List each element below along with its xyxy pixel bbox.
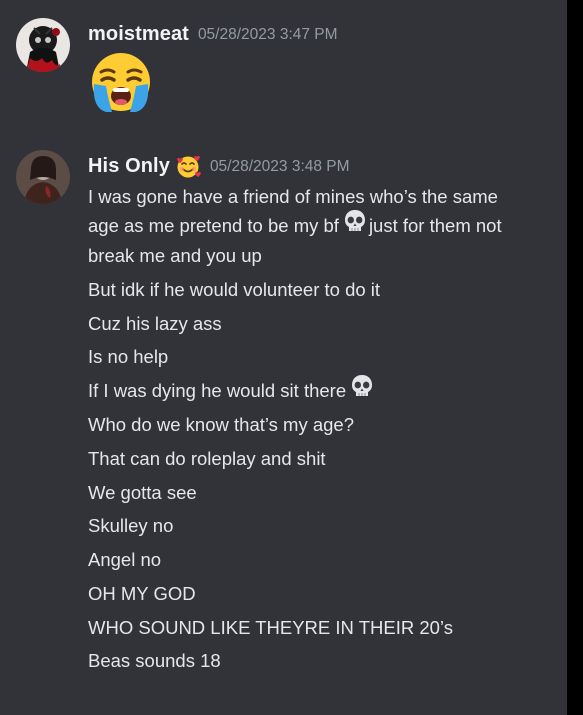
message-header: moistmeat 05/28/2023 3:47 PM xyxy=(88,20,338,48)
skull-icon xyxy=(349,373,375,408)
chat-panel: moistmeat 05/28/2023 3:47 PM His Only 05… xyxy=(0,0,567,715)
message-text: OH MY GOD xyxy=(88,583,196,604)
loudly-crying-face-icon[interactable] xyxy=(86,50,156,119)
message-header: His Only 05/28/2023 3:48 PM xyxy=(88,152,350,180)
message-text: But idk if he would volunteer to do it xyxy=(88,279,381,300)
message-text: That can do roleplay and shit xyxy=(88,448,326,469)
message-text: Angel no xyxy=(88,549,162,570)
message-text: Cuz his lazy ass xyxy=(88,313,222,334)
message-text: Is no help xyxy=(88,346,169,367)
avatar[interactable] xyxy=(16,150,70,204)
timestamp[interactable]: 05/28/2023 3:48 PM xyxy=(210,158,350,176)
username[interactable]: moistmeat xyxy=(88,23,189,46)
message-group: moistmeat 05/28/2023 3:47 PM xyxy=(0,0,567,130)
message-text: Skulley no xyxy=(88,515,174,536)
message-text: We gotta see xyxy=(88,482,197,503)
message-text-part: age as me pretend to be my bf xyxy=(88,215,339,236)
message-text: break me and you up xyxy=(88,245,262,266)
message-text-part: If I was dying he would sit there xyxy=(88,380,347,401)
message-text: Beas sounds 18 xyxy=(88,650,221,671)
username[interactable]: His Only xyxy=(88,155,170,178)
skull-icon xyxy=(342,208,368,243)
avatar[interactable] xyxy=(16,18,70,72)
message-text: If I was dying he would sit there xyxy=(88,373,376,408)
timestamp[interactable]: 05/28/2023 3:47 PM xyxy=(198,26,338,44)
message-text: WHO SOUND LIKE THEYRE IN THEIR 20’s xyxy=(88,617,453,638)
smiling-face-with-hearts-icon xyxy=(175,154,201,178)
message-text: age as me pretend to be my bf just for t… xyxy=(88,208,502,243)
message-text: Who do we know that’s my age? xyxy=(88,414,354,435)
message-text: I was gone have a friend of mines who’s … xyxy=(88,186,498,207)
message-text-part: just for them not xyxy=(368,215,502,236)
message-group: His Only 05/28/2023 3:48 PM I was gone h… xyxy=(0,140,567,700)
